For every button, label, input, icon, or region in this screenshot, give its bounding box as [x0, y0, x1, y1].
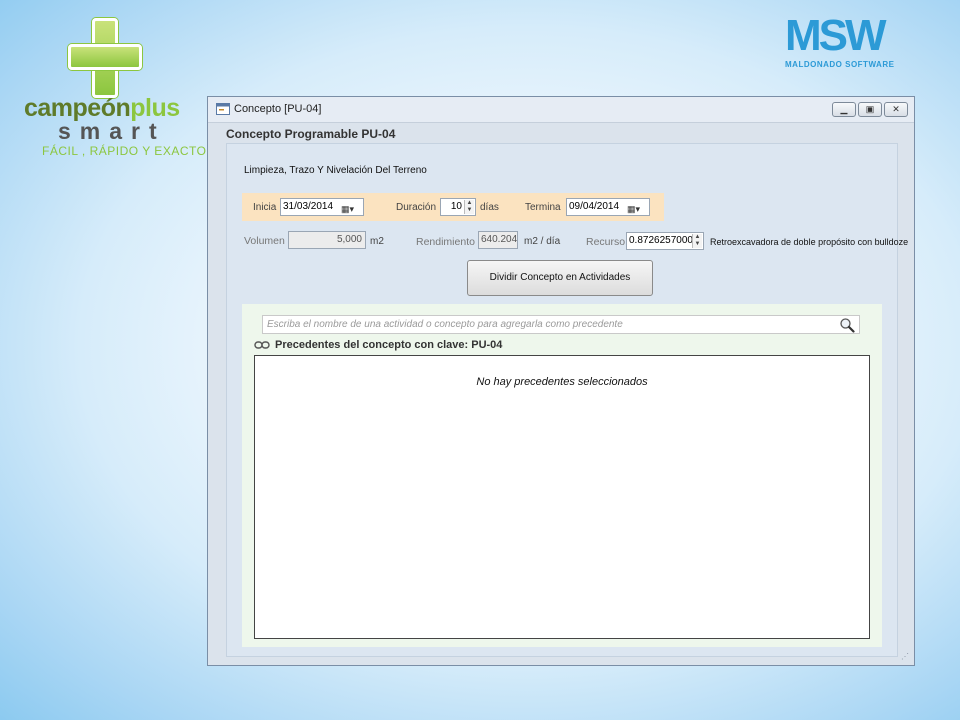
- plus-cross-icon: [68, 18, 142, 98]
- empty-list-message: No hay precedentes seleccionados: [476, 376, 648, 388]
- precedents-list[interactable]: No hay precedentes seleccionados: [254, 355, 870, 639]
- volumen-label: Volumen: [244, 235, 285, 247]
- close-button[interactable]: ✕: [884, 102, 908, 117]
- spinner-arrows-icon[interactable]: ▲ ▼: [692, 234, 702, 248]
- campeonplus-logo: campeónplus smart FÁCIL , RÁPIDO Y EXACT…: [20, 14, 206, 164]
- recurso-description: Retroexcavadora de doble propósito con b…: [710, 237, 909, 247]
- duracion-label: Duración: [396, 202, 437, 213]
- rendimiento-field[interactable]: 640.204: [478, 231, 518, 249]
- msw-logo: MSW MALDONADO SOFTWARE: [785, 14, 945, 74]
- termina-date-value: 09/04/2014: [569, 201, 620, 212]
- concept-description: Limpieza, Trazo Y Nivelación Del Terreno: [244, 165, 427, 176]
- inicia-date-picker[interactable]: 31/03/2014 ▦▾: [280, 198, 364, 216]
- recurso-stepper[interactable]: 0.8726257000 ▲ ▼: [626, 232, 704, 250]
- search-icon[interactable]: [839, 317, 855, 333]
- duracion-unit: días: [480, 202, 499, 213]
- close-icon: ✕: [892, 104, 900, 114]
- window-title: Concepto [PU-04]: [234, 103, 322, 115]
- maximize-button[interactable]: ▣: [858, 102, 882, 117]
- search-placeholder: Escriba el nombre de una actividad o con…: [267, 319, 623, 330]
- form-icon: [216, 103, 230, 115]
- rendimiento-label: Rendimiento: [416, 236, 475, 248]
- minimize-icon: ▁: [840, 104, 848, 114]
- volumen-unit: m2: [370, 236, 384, 247]
- rendimiento-unit: m2 / día: [524, 236, 561, 247]
- link-icon: [254, 341, 270, 349]
- calendar-dropdown-icon[interactable]: ▦▾: [341, 201, 359, 214]
- logo-smart: smart: [58, 118, 166, 144]
- title-bar[interactable]: Concepto [PU-04] ▁ ▣ ✕: [208, 97, 914, 123]
- duracion-value: 10: [450, 201, 462, 212]
- calendar-dropdown-icon[interactable]: ▦▾: [627, 201, 645, 214]
- inicia-label: Inicia: [253, 202, 277, 213]
- minimize-button[interactable]: ▁: [832, 102, 856, 117]
- duracion-stepper[interactable]: 10 ▲ ▼: [440, 198, 476, 216]
- spinner-arrows-icon[interactable]: ▲ ▼: [464, 200, 474, 214]
- maximize-icon: ▣: [865, 104, 875, 114]
- inicia-date-value: 31/03/2014: [283, 201, 334, 212]
- msw-wordmark: MSW: [785, 11, 887, 60]
- form-title: Concepto Programable PU-04: [226, 127, 396, 141]
- termina-label: Termina: [525, 202, 561, 213]
- precedents-title: Precedentes del concepto con clave: PU-0…: [275, 339, 503, 351]
- precedent-search-input[interactable]: Escriba el nombre de una actividad o con…: [262, 315, 860, 334]
- msw-subtitle: MALDONADO SOFTWARE: [785, 60, 895, 69]
- divide-concept-button[interactable]: Dividir Concepto en Actividades: [467, 260, 653, 296]
- termina-date-picker[interactable]: 09/04/2014 ▦▾: [566, 198, 650, 216]
- volumen-field[interactable]: 5,000: [288, 231, 366, 249]
- resize-grip-icon[interactable]: ⋰: [901, 652, 911, 662]
- concepto-window: Concepto [PU-04] ▁ ▣ ✕ Concepto Programa…: [207, 96, 915, 666]
- logo-tagline: FÁCIL , RÁPIDO Y EXACTO: [42, 144, 207, 158]
- recurso-label: Recurso: [586, 236, 626, 248]
- recurso-value: 0.8726257000: [629, 235, 693, 246]
